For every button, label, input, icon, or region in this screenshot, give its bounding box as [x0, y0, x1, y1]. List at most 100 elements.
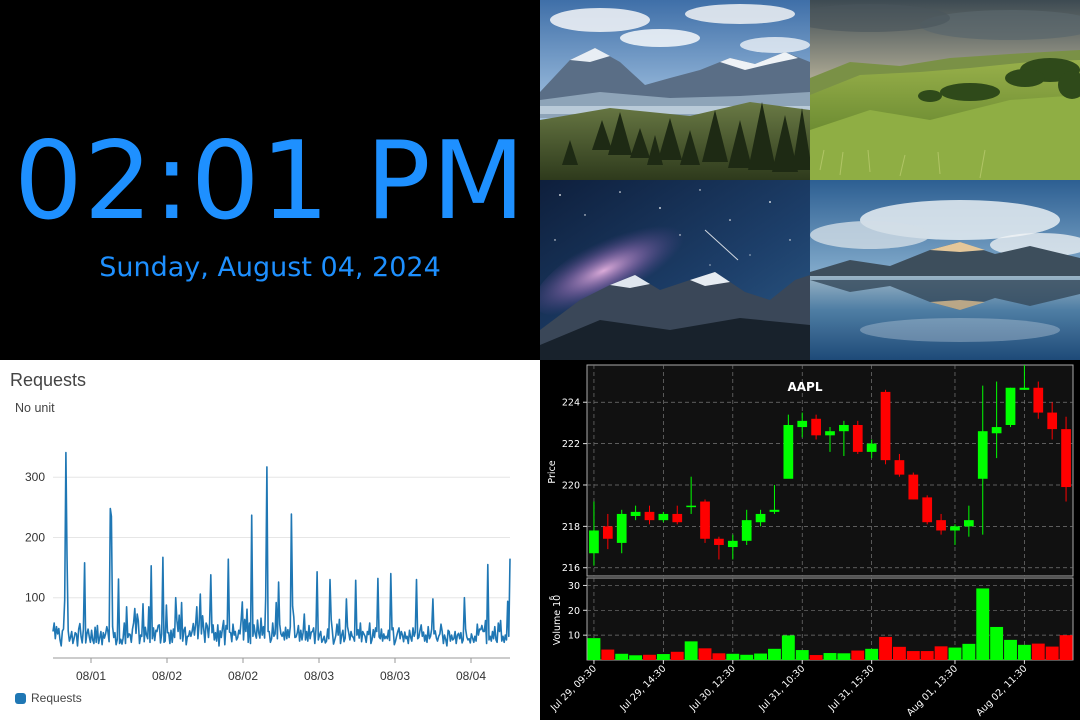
candle-body	[991, 427, 1002, 434]
requests-panel: 100 200 300 08/01 08/02 08/02 08/03 08/03 08/04 …	[0, 360, 540, 720]
candle-body	[1005, 387, 1016, 425]
price-tick-label: 216	[562, 563, 580, 574]
candle-body	[727, 540, 738, 548]
volume-bar	[670, 651, 684, 660]
volume-bar	[740, 654, 754, 660]
candle-body	[741, 520, 752, 541]
volume-bar	[990, 626, 1004, 660]
stock-panel: 216 218 220 222 224 10 20 30 Jul 29, 09:30 Jul 29…	[540, 360, 1080, 720]
candle-body	[714, 538, 724, 545]
candle-body	[936, 520, 946, 531]
volume-bar	[934, 646, 948, 660]
legend-swatch	[15, 692, 26, 704]
x-tick-label: Aug 02, 11:30	[974, 663, 1029, 718]
volume-bar	[615, 653, 629, 660]
volume-bar	[865, 648, 879, 660]
volume-bar	[712, 653, 726, 660]
x-tick-label: Aug 01, 13:30	[905, 663, 960, 718]
candle-body	[866, 443, 877, 452]
volume-bar	[1045, 646, 1059, 660]
candle-body	[894, 460, 905, 475]
photo-grid	[540, 0, 1080, 360]
price-tick-label: 224	[562, 398, 580, 409]
y-tick-label: 100	[25, 591, 45, 605]
candle-body	[783, 424, 794, 479]
volume-bar	[823, 653, 837, 660]
candle-body	[908, 474, 919, 500]
price-tick-label: 220	[562, 480, 580, 491]
candle-body	[880, 391, 891, 461]
candle-body	[644, 511, 655, 521]
candle-body	[950, 526, 960, 531]
candle-body	[672, 513, 683, 523]
candle-body	[922, 497, 933, 523]
volume-bar	[879, 636, 892, 660]
volume-axis-exponent: 6	[548, 595, 556, 600]
volume-bar	[1017, 644, 1031, 660]
stock-chart-title: AAPL	[787, 380, 822, 394]
volume-bar	[754, 653, 768, 660]
requests-series-line	[52, 451, 511, 647]
candle-body	[1033, 387, 1044, 413]
candle-body	[797, 420, 808, 428]
mountain-valley-photo	[540, 0, 810, 180]
x-tick-label: 08/03	[380, 669, 410, 683]
volume-bar	[726, 653, 740, 660]
x-tick-label: 08/02	[152, 669, 182, 683]
candle-body	[1061, 429, 1071, 488]
price-plot-frame	[586, 364, 1074, 577]
y-tick-label: 200	[25, 530, 45, 544]
volume-bar	[906, 651, 920, 660]
candle-body	[1019, 387, 1030, 390]
volume-bar	[892, 646, 906, 660]
requests-title: Requests	[10, 370, 87, 390]
candle-body	[852, 424, 863, 452]
volume-bar	[601, 649, 615, 660]
volume-bar	[976, 588, 990, 660]
requests-chart: 100 200 300 08/01 08/02 08/02 08/03 08/03 08/04	[25, 451, 511, 683]
candle-body	[658, 513, 669, 521]
x-tick-label: 08/03	[304, 669, 334, 683]
x-tick-label: Jul 29, 14:30	[618, 663, 669, 714]
x-tick-label: Jul 31, 10:30	[756, 663, 807, 714]
volume-bar	[643, 654, 656, 660]
candle-body	[825, 431, 835, 436]
requests-unit: No unit	[15, 401, 55, 415]
price-tick-label: 218	[562, 522, 580, 533]
green-hills-photo	[810, 0, 1080, 180]
clock-date: Sunday, August 04, 2024	[99, 252, 441, 283]
volume-bar	[920, 651, 934, 660]
volume-bar	[656, 654, 670, 660]
clock-time: 02:01 PM	[14, 119, 526, 244]
candle-body	[686, 505, 697, 508]
x-tick-label: 08/04	[456, 669, 486, 683]
price-axis-label: Price	[547, 460, 558, 483]
volume-tick-label: 20	[568, 606, 580, 617]
volume-bar	[1031, 643, 1045, 660]
candle-body	[589, 530, 599, 554]
volume-bar	[837, 653, 851, 660]
candle-body	[700, 501, 710, 539]
mountain-lake-reflection-photo	[810, 180, 1080, 360]
volume-tick-label: 10	[568, 631, 580, 642]
volume-bar	[962, 643, 976, 660]
volume-bar	[851, 650, 865, 660]
volume-axis-label: Volume 10	[552, 595, 563, 645]
candle-body	[769, 509, 780, 512]
volume-bar	[629, 655, 643, 660]
volume-bar	[698, 648, 712, 660]
candle-body	[616, 513, 627, 543]
price-tick-label: 222	[562, 439, 580, 450]
volume-bar	[809, 655, 823, 660]
x-tick-label: 08/01	[76, 669, 106, 683]
aapl-candlestick-chart: 216 218 220 222 224 10 20 30 Jul 29, 09:30 Jul 29…	[547, 364, 1074, 719]
volume-bar	[795, 650, 809, 660]
volume-bar	[948, 647, 962, 660]
x-tick-label: Jul 30, 12:30	[687, 663, 738, 714]
volume-bar	[587, 638, 601, 660]
y-tick-label: 300	[25, 470, 45, 484]
requests-legend[interactable]: Requests	[15, 691, 82, 705]
volume-bar	[768, 648, 781, 660]
volume-bar	[1004, 639, 1017, 660]
candle-body	[839, 424, 849, 432]
